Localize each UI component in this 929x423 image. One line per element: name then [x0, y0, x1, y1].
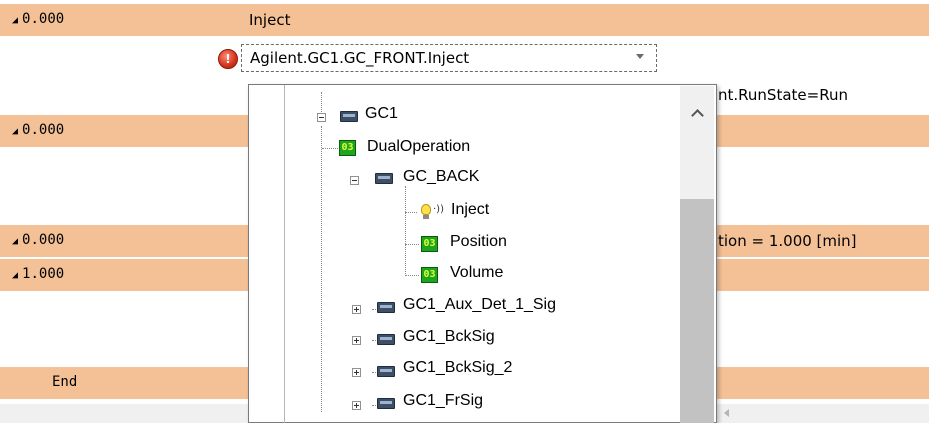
device-icon [377, 302, 395, 313]
combobox-value: Agilent.GC1.GC_FRONT.Inject [250, 49, 470, 67]
error-icon: ! [218, 49, 238, 69]
numeric-variable-icon: 03 [421, 236, 438, 252]
row-command: Inject [249, 11, 291, 29]
expand-triangle-icon[interactable]: ◢ [12, 236, 18, 247]
tree-node-dualoperation[interactable]: DualOperation [367, 138, 470, 156]
tree-line [405, 275, 419, 276]
chevron-down-icon[interactable] [636, 54, 644, 59]
device-icon [340, 111, 358, 122]
row-time: ◢ 1.000 [12, 266, 65, 282]
command-combobox[interactable]: Agilent.GC1.GC_FRONT.Inject [241, 44, 657, 72]
row-condition: nt.RunState=Run [718, 86, 848, 104]
tree-node-volume[interactable]: Volume [450, 264, 503, 282]
table-row[interactable]: ◢ 0.000 Inject [0, 4, 929, 36]
scrollbar-thumb[interactable] [680, 199, 714, 423]
tree-node-gc1-frsig[interactable]: GC1_FrSig [403, 392, 483, 410]
tree-node-gc-back[interactable]: GC_BACK [403, 168, 479, 186]
tree-node-gc1-bcksig-2[interactable]: GC1_BckSig_2 [403, 359, 512, 377]
collapse-toggle-icon[interactable] [350, 176, 359, 185]
tree-line [321, 92, 322, 114]
row-command: End [52, 374, 78, 390]
tree-line [405, 244, 419, 245]
expand-toggle-icon[interactable] [352, 368, 361, 377]
device-icon [377, 334, 395, 345]
device-icon [377, 366, 395, 377]
signal-waves-icon: ·)) [433, 204, 444, 215]
row-time: ◢ 0.000 [12, 122, 65, 138]
dropdown-divider [284, 85, 285, 423]
tree-line [405, 212, 417, 213]
numeric-variable-icon: 03 [421, 267, 438, 283]
collapse-toggle-icon[interactable] [317, 113, 326, 122]
tree-node-gc1[interactable]: GC1 [365, 105, 398, 123]
expand-toggle-icon[interactable] [352, 305, 361, 314]
expand-triangle-icon[interactable]: ◢ [12, 270, 18, 281]
scroll-left-arrow-icon[interactable] [724, 409, 729, 417]
tree-line [321, 126, 322, 412]
expand-triangle-icon[interactable]: ◢ [12, 15, 18, 26]
tree-line [405, 186, 406, 276]
tree-node-position[interactable]: Position [450, 233, 507, 251]
row-time: ◢ 0.000 [12, 11, 65, 27]
device-icon [375, 173, 393, 184]
tree-node-gc1-aux-det-1-sig[interactable]: GC1_Aux_Det_1_Sig [403, 296, 556, 314]
expand-toggle-icon[interactable] [352, 336, 361, 345]
tree-node-inject[interactable]: Inject [451, 201, 489, 219]
tree-line [322, 148, 338, 149]
expand-triangle-icon[interactable]: ◢ [12, 126, 18, 137]
scroll-up-arrow-icon[interactable] [690, 108, 704, 118]
numeric-variable-icon: 03 [339, 140, 356, 156]
expand-toggle-icon[interactable] [352, 401, 361, 410]
tree-node-gc1-bcksig[interactable]: GC1_BckSig [403, 328, 495, 346]
device-icon [377, 398, 395, 409]
row-time: ◢ 0.000 [12, 232, 65, 248]
trigger-bulb-icon [420, 204, 432, 220]
row-condition: tion = 1.000 [min] [718, 232, 857, 250]
